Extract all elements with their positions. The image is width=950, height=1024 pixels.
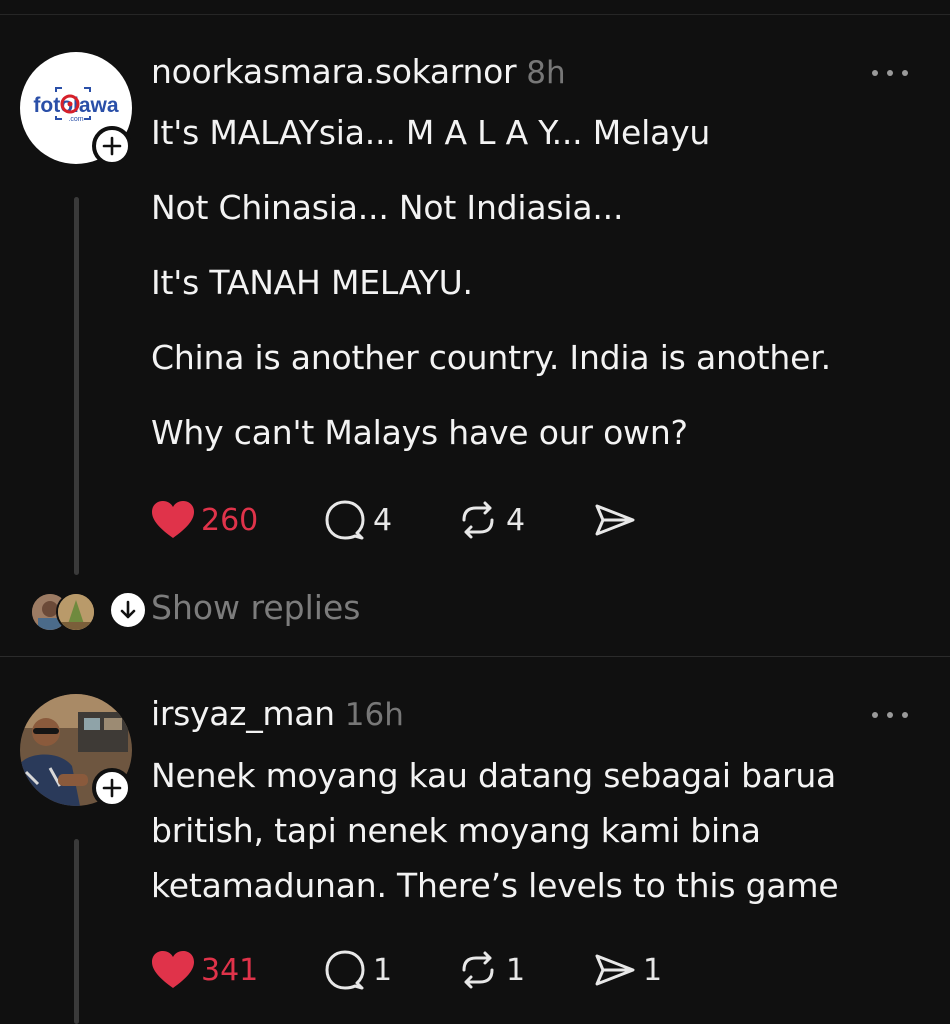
post-text: Nenek moyang kau datang sebagai barua br… bbox=[151, 756, 839, 905]
show-replies-link[interactable]: Show replies bbox=[151, 588, 360, 627]
comment-button[interactable]: 4 bbox=[323, 496, 392, 544]
post-divider bbox=[0, 656, 950, 657]
post-text-line: Why can't Malays have our own? bbox=[151, 413, 688, 452]
thread-line bbox=[74, 197, 79, 575]
plus-icon bbox=[102, 778, 122, 798]
repost-icon bbox=[456, 498, 500, 542]
comment-count: 4 bbox=[373, 502, 393, 538]
thread-line bbox=[74, 839, 79, 1024]
send-icon bbox=[593, 498, 637, 542]
reply-avatar bbox=[56, 592, 96, 632]
username[interactable]: noorkasmara.sokarnor bbox=[151, 52, 517, 91]
more-options-icon[interactable] bbox=[872, 70, 908, 80]
avatar-container[interactable]: fotolawa .com bbox=[20, 52, 132, 166]
heart-icon bbox=[151, 498, 195, 542]
comment-button[interactable]: 1 bbox=[323, 946, 392, 994]
comment-icon bbox=[323, 498, 367, 542]
like-button[interactable]: 260 bbox=[151, 496, 258, 544]
repost-button[interactable]: 1 bbox=[456, 946, 525, 994]
follow-button[interactable] bbox=[92, 126, 132, 166]
arrow-down-icon bbox=[120, 600, 136, 619]
username[interactable]: irsyaz_man bbox=[151, 694, 335, 733]
like-button[interactable]: 341 bbox=[151, 946, 258, 994]
send-icon bbox=[593, 948, 637, 992]
comment-icon bbox=[323, 948, 367, 992]
like-count: 341 bbox=[201, 952, 259, 988]
timestamp: 16h bbox=[344, 697, 404, 733]
post-text-line: Not Chinasia... Not Indiasia... bbox=[151, 188, 624, 227]
post-header: irsyaz_man 16h bbox=[151, 694, 404, 738]
share-button[interactable]: 1 bbox=[593, 946, 662, 994]
plus-icon bbox=[102, 136, 122, 156]
show-replies-row[interactable]: Show replies bbox=[30, 588, 450, 632]
repost-button[interactable]: 4 bbox=[456, 496, 525, 544]
action-bar: 341 1 1 1 bbox=[151, 946, 711, 994]
post-text-line: It's TANAH MELAYU. bbox=[151, 263, 473, 302]
repost-count: 1 bbox=[506, 952, 526, 988]
top-divider bbox=[0, 14, 950, 15]
post-header: noorkasmara.sokarnor 8h bbox=[151, 52, 566, 96]
action-bar: 260 4 4 bbox=[151, 496, 711, 544]
repost-icon bbox=[456, 948, 500, 992]
logo-subtext: .com bbox=[68, 116, 83, 123]
share-button[interactable] bbox=[593, 496, 643, 544]
avatar-container[interactable] bbox=[20, 694, 132, 808]
comment-count: 1 bbox=[373, 952, 393, 988]
timestamp: 8h bbox=[526, 55, 566, 91]
repost-count: 4 bbox=[506, 502, 526, 538]
share-count: 1 bbox=[643, 952, 663, 988]
like-count: 260 bbox=[201, 502, 259, 538]
post-text-line: It's MALAYsia... M A L A Y... Melayu bbox=[151, 113, 711, 152]
expand-replies-button[interactable] bbox=[108, 590, 148, 630]
follow-button[interactable] bbox=[92, 768, 132, 808]
more-options-icon[interactable] bbox=[872, 712, 908, 722]
post-text-line: China is another country. India is anoth… bbox=[151, 338, 831, 377]
heart-icon bbox=[151, 948, 195, 992]
